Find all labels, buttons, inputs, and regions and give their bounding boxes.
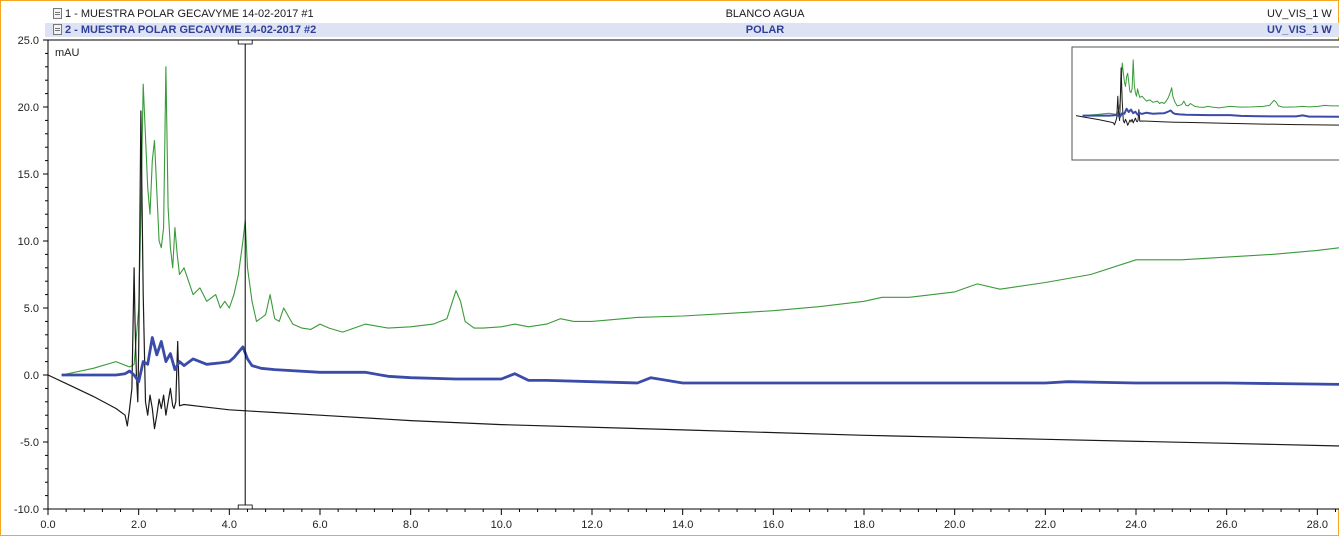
- y-tick-label: 25.0: [18, 35, 39, 47]
- x-tick-label: 6.0: [312, 519, 327, 531]
- x-tick-label: 28.0: [1307, 519, 1328, 531]
- y-tick-label: 0.0: [24, 370, 39, 382]
- x-tick-label: 18.0: [853, 519, 874, 531]
- y-tick-label: 15.0: [18, 169, 39, 181]
- y-tick-label: -10.0: [14, 504, 39, 516]
- x-tick-label: 16.0: [763, 519, 784, 531]
- x-tick-label: 14.0: [672, 519, 693, 531]
- y-tick-label: 20.0: [18, 102, 39, 114]
- overview-inset[interactable]: [1071, 46, 1339, 161]
- y-axis-unit-label: mAU: [55, 47, 80, 59]
- y-tick-label: 5.0: [24, 303, 39, 315]
- cursor-handle-bottom: [237, 504, 253, 510]
- x-tick-label: 10.0: [491, 519, 512, 531]
- x-tick-label: 8.0: [403, 519, 418, 531]
- x-tick-label: 4.0: [222, 519, 237, 531]
- chromatogram-chart[interactable]: 0.0 2.0 4.0 6.0 8.0 10.0 12.0 14.0 16.0 18.0 20.0 2…: [1, 1, 1339, 537]
- inset-frame: [1071, 46, 1339, 161]
- x-tick-label: 0.0: [40, 519, 55, 531]
- x-tick-label: 20.0: [944, 519, 965, 531]
- y-tick-label: 10.0: [18, 236, 39, 248]
- chromatogram-window: 1 - MUESTRA POLAR GECAVYME 14-02-2017 #1…: [0, 0, 1339, 536]
- cursor-handle-top: [237, 39, 253, 45]
- x-tick-label: 12.0: [581, 519, 602, 531]
- x-tick-label: 26.0: [1216, 519, 1237, 531]
- x-tick-label: 24.0: [1125, 519, 1146, 531]
- y-tick-label: -5.0: [20, 437, 39, 449]
- x-tick-label: 2.0: [131, 519, 146, 531]
- x-tick-label: 22.0: [1035, 519, 1056, 531]
